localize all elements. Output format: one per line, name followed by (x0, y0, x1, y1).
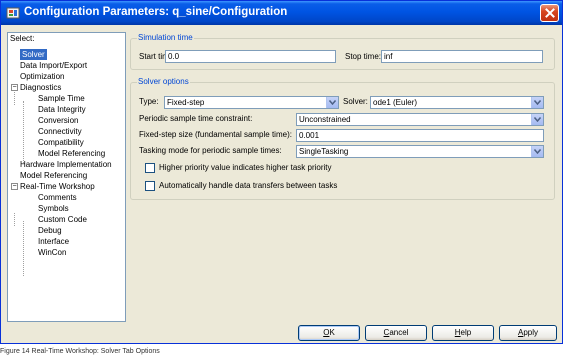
configuration-dialog: Configuration Parameters: q_sine/Configu… (0, 0, 563, 344)
simulation-time-title: Simulation time (137, 33, 194, 43)
apply-label-post: pply (523, 328, 539, 337)
periodic-constraint-dropdown-button[interactable] (531, 114, 543, 125)
tasking-mode-value: SingleTasking (299, 147, 349, 156)
cancel-button[interactable]: Cancel (365, 325, 427, 341)
configuration-icon (6, 7, 20, 19)
chevron-down-icon (534, 149, 541, 154)
tree-header: Select: (10, 34, 35, 43)
solver-label: Solver: (343, 97, 368, 106)
tree-item-debug[interactable]: Debug (38, 225, 62, 236)
ok-label-post: K (329, 328, 335, 337)
ok-button[interactable]: OK (298, 325, 360, 341)
tree-item-interface[interactable]: Interface (38, 236, 69, 247)
tree-item-comments[interactable]: Comments (38, 192, 77, 203)
tree-item-real-time-workshop[interactable]: Real-Time Workshop (20, 181, 95, 192)
solver-dropdown[interactable]: ode1 (Euler) (370, 96, 544, 109)
tree-item-compatibility[interactable]: Compatibility (38, 137, 84, 148)
close-icon (544, 8, 555, 18)
tree-item-model-referencing[interactable]: Model Referencing (20, 170, 87, 181)
tasking-mode-dropdown[interactable]: SingleTasking (296, 145, 544, 158)
higher-priority-checkbox[interactable] (145, 163, 155, 173)
tree-item-symbols[interactable]: Symbols (38, 203, 69, 214)
tree-item-conversion[interactable]: Conversion (38, 115, 78, 126)
solver-dropdown-button[interactable] (531, 97, 543, 108)
auto-data-transfer-label: Automatically handle data transfers betw… (159, 181, 338, 190)
fixed-step-label: Fixed-step size (fundamental sample time… (139, 130, 292, 139)
rtw-collapse-icon[interactable]: − (11, 183, 18, 190)
chevron-down-icon (534, 100, 541, 105)
tasking-mode-dropdown-button[interactable] (531, 146, 543, 157)
auto-data-transfer-checkbox[interactable] (145, 181, 155, 191)
higher-priority-label: Higher priority value indicates higher t… (159, 163, 332, 172)
type-dropdown[interactable]: Fixed-step (164, 96, 339, 109)
tree-item-connectivity[interactable]: Connectivity (38, 126, 82, 137)
tree-item-hardware-implementation[interactable]: Hardware Implementation (20, 159, 112, 170)
stop-time-input[interactable]: inf (381, 50, 543, 63)
tree-item-custom-code[interactable]: Custom Code (38, 214, 87, 225)
tree-item-solver[interactable]: Solver (20, 49, 47, 60)
start-time-input[interactable]: 0.0 (165, 50, 336, 63)
chevron-down-icon (534, 117, 541, 122)
solver-options-title: Solver options (137, 77, 190, 87)
window-title: Configuration Parameters: q_sine/Configu… (24, 6, 288, 18)
chevron-down-icon (329, 100, 336, 105)
tree-item-data-integrity[interactable]: Data Integrity (38, 104, 86, 115)
help-button[interactable]: Help (432, 325, 494, 341)
figure-caption: Figure 14 Real-Time Workshop: Solver Tab… (0, 348, 160, 355)
apply-button[interactable]: Apply (499, 325, 557, 341)
help-label-post: elp (460, 328, 472, 337)
settings-tree[interactable]: Select: Solver Data Import/Export Optimi… (7, 32, 126, 322)
solver-value: ode1 (Euler) (373, 98, 418, 107)
fixed-step-input[interactable]: 0.001 (296, 129, 544, 142)
tree-item-data-import-export[interactable]: Data Import/Export (20, 60, 87, 71)
tasking-mode-label: Tasking mode for periodic sample times: (139, 146, 282, 155)
type-value: Fixed-step (167, 98, 205, 107)
type-dropdown-button[interactable] (326, 97, 338, 108)
tree-item-diagnostics-model-referencing[interactable]: Model Referencing (38, 148, 105, 159)
tree-item-optimization[interactable]: Optimization (20, 71, 64, 82)
cancel-label-post: ancel (389, 328, 409, 337)
periodic-constraint-dropdown[interactable]: Unconstrained (296, 113, 544, 126)
type-label: Type: (139, 97, 159, 106)
close-button[interactable] (540, 4, 559, 22)
tree-item-wincon[interactable]: WinCon (38, 247, 66, 258)
periodic-constraint-label: Periodic sample time constraint: (139, 114, 253, 123)
tree-item-diagnostics[interactable]: Diagnostics (20, 82, 61, 93)
periodic-constraint-value: Unconstrained (299, 115, 351, 124)
title-bar[interactable]: Configuration Parameters: q_sine/Configu… (1, 1, 562, 25)
tree-item-sample-time[interactable]: Sample Time (38, 93, 85, 104)
diagnostics-collapse-icon[interactable]: − (11, 84, 18, 91)
stop-time-label: Stop time: (345, 52, 382, 61)
